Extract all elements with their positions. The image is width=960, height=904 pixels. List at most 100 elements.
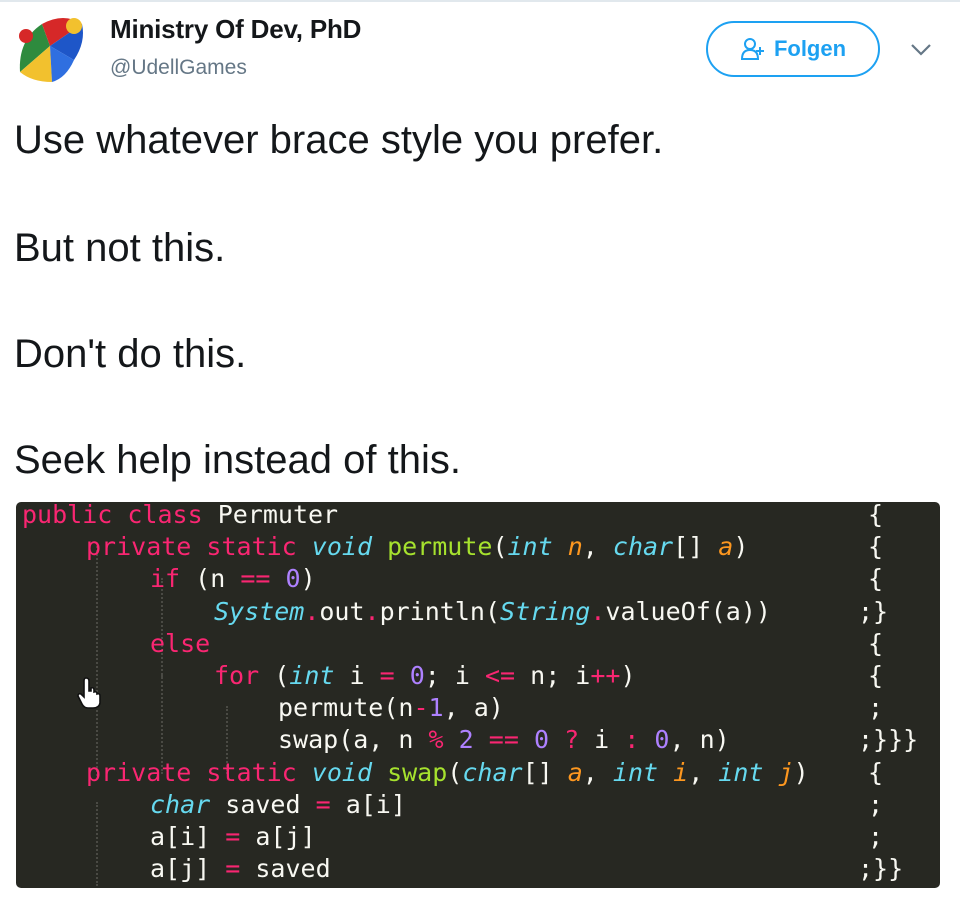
code-token: ) <box>620 661 636 690</box>
code-token: [] <box>673 532 719 562</box>
code-brace: ;} <box>858 596 889 626</box>
code-token: for <box>214 661 260 690</box>
author-handle[interactable]: @UdellGames <box>110 56 247 80</box>
code-brace: { <box>868 532 884 562</box>
author-name[interactable]: Ministry Of Dev, PhD <box>110 14 361 45</box>
code-token: ) <box>793 757 809 787</box>
code-token: ) <box>733 532 749 562</box>
code-token: , <box>688 757 719 787</box>
code-token: char <box>462 757 523 787</box>
code-brace: ; <box>868 693 884 723</box>
code-token: a[i] <box>330 789 406 819</box>
follow-button[interactable]: Folgen <box>706 21 880 77</box>
code-token: i <box>673 757 689 787</box>
code-token: if <box>150 564 181 594</box>
code-token: int <box>289 661 335 690</box>
code-token: . <box>590 596 606 626</box>
tweet-line-3: Don't do this. <box>14 332 247 376</box>
code-token: = <box>379 661 395 690</box>
code-brace: { <box>868 757 884 787</box>
code-token: a[j] <box>240 822 316 851</box>
code-text: permute(n-1, a) <box>278 693 504 722</box>
code-line: a[i] = a[j]; <box>16 822 940 854</box>
code-line: private static void permute(int n, char[… <box>16 532 940 564</box>
code-token: % <box>428 725 444 755</box>
code-token: saved <box>210 789 316 819</box>
code-token: void <box>311 757 373 787</box>
code-token: j <box>778 757 794 787</box>
code-token: <= <box>484 661 516 690</box>
code-token: out <box>319 596 365 626</box>
code-brace: { <box>868 628 884 658</box>
code-token: char <box>150 789 211 819</box>
code-screenshot: public class Permuter { private static voi… <box>16 502 940 888</box>
code-token: 1 <box>428 693 444 723</box>
code-token: , <box>582 757 613 787</box>
code-token: i <box>579 725 625 755</box>
code-token: , n) <box>669 725 730 755</box>
add-person-icon <box>740 38 764 60</box>
code-brace: ; <box>868 822 884 851</box>
code-line: System.out.println(String.valueOf(a));} <box>16 597 940 629</box>
code-text: System.out.println(String.valueOf(a)) <box>214 597 771 626</box>
code-brace: { <box>868 661 884 690</box>
code-token: permute <box>387 532 493 562</box>
code-token: a <box>718 532 734 562</box>
code-text: a[j] = saved <box>150 854 331 883</box>
tweet-line-4: Seek help instead of this. <box>14 438 461 482</box>
code-token: permute(n <box>278 693 414 723</box>
code-token: 0 <box>285 564 301 594</box>
code-token: ++ <box>590 661 621 690</box>
code-token: class <box>127 502 203 529</box>
code-token: valueOf(a)) <box>605 596 771 626</box>
code-token: = <box>225 822 241 851</box>
code-text: swap(a, n % 2 == 0 ? i : 0, n) <box>278 725 730 754</box>
code-token: int <box>507 532 553 562</box>
avatar-image <box>12 10 88 86</box>
code-token: int <box>612 757 659 787</box>
code-token: , <box>582 532 613 562</box>
code-text: private static void permute(int n, char[… <box>86 532 748 561</box>
code-token: 0 <box>533 725 549 755</box>
code-token: swap(a, n <box>278 725 429 755</box>
code-brace: { <box>868 502 884 529</box>
code-token: Permuter <box>202 502 339 529</box>
code-token: else <box>150 628 211 658</box>
code-token: private <box>86 757 192 787</box>
code-token: System <box>214 596 305 626</box>
code-line: a[j] = saved;}} <box>16 854 940 886</box>
code-token: [] <box>522 757 568 787</box>
code-line: permute(n-1, a); <box>16 693 940 725</box>
code-token: ( <box>447 757 463 787</box>
code-token: a[j] <box>150 854 226 884</box>
code-token: : <box>624 725 640 755</box>
jester-hat-avatar[interactable] <box>12 10 88 86</box>
code-token: ( <box>259 661 290 690</box>
code-text: a[i] = a[j] <box>150 822 316 851</box>
code-token: == <box>240 564 271 594</box>
chevron-down-icon[interactable] <box>906 38 936 62</box>
code-token: n; i <box>515 661 591 690</box>
code-text: char saved = a[i] <box>150 790 406 819</box>
code-text: public class Permuter <box>22 502 338 529</box>
code-token: , a) <box>443 693 504 723</box>
code-token: static <box>206 757 297 787</box>
top-divider <box>0 0 960 2</box>
code-line: for (int i = 0; i <= n; i++) { <box>16 661 940 693</box>
code-brace: { <box>868 564 884 594</box>
tweet-line-1: Use whatever brace style you prefer. <box>14 118 664 162</box>
code-brace: ;}} <box>858 854 904 884</box>
code-token: 0 <box>409 661 425 690</box>
code-token: swap <box>387 757 448 787</box>
code-token: = <box>315 789 331 819</box>
code-token: println( <box>379 596 501 626</box>
